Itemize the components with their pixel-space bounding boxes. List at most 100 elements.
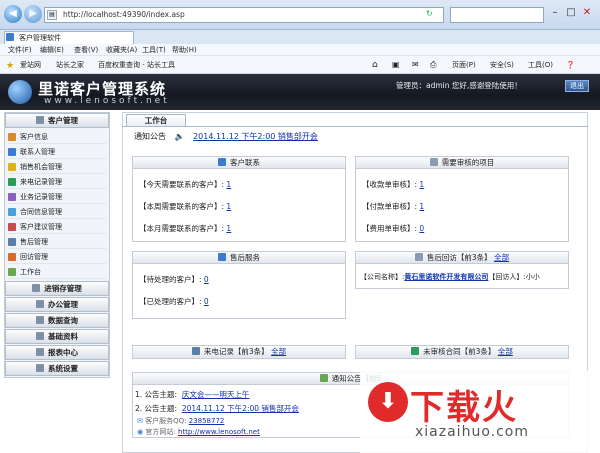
refresh-icon[interactable]: ↻	[426, 9, 433, 18]
app-url: www.lenosoft.net	[44, 96, 170, 106]
sidebar-item-suggestions[interactable]: 客户建议管理	[8, 220, 106, 234]
info-icon	[218, 253, 226, 261]
panel-revisit: 售后回访【前3条】 全部 【公司名称】:黄石里诺软件开发有限公司【回访人】:小小	[355, 251, 569, 289]
contact-row-month: 【本月需要联系的客户】: 1	[139, 224, 232, 233]
sidebar-section-settings[interactable]: 系统设置	[5, 361, 109, 376]
review-row-payment: 【付款单审核】: 1	[362, 202, 425, 211]
briefcase-icon	[8, 193, 16, 201]
revisit-company-link[interactable]: 黄石里诺软件开发有限公司	[404, 273, 488, 281]
maximize-icon[interactable]: □	[564, 6, 578, 20]
user-icon	[8, 133, 16, 141]
menu-tools-ie[interactable]: 工具(O)	[528, 58, 553, 72]
qq-icon: ✉	[137, 417, 143, 425]
sidebar-item-contacts[interactable]: 联系人管理	[8, 145, 106, 159]
sidebar-item-customer-info[interactable]: 客户信息	[8, 130, 106, 144]
forward-icon[interactable]: ▶	[24, 5, 42, 23]
panel-contracts-header: 未审核合同【前3条】 全部	[356, 346, 568, 358]
globe-icon: ◉	[137, 428, 144, 436]
sidebar-item-contracts[interactable]: 合同信息管理	[8, 205, 106, 219]
panel-contact: 客户联系 【今天需要联系的客户】: 1 【本周需要联系的客户】: 1 【本月需要…	[132, 156, 346, 242]
review-row-receipt: 【收款单审核】: 1	[362, 180, 425, 189]
close-icon[interactable]: ✕	[580, 6, 594, 20]
phone-icon	[8, 178, 16, 186]
panel-review-header: 需要审核的项目	[356, 157, 568, 169]
panel-contact-header: 客户联系	[133, 157, 345, 169]
contracts-all-link[interactable]: 全部	[498, 347, 513, 356]
gear-icon	[36, 364, 44, 372]
sidebar-section-customer[interactable]: 客户管理	[5, 113, 109, 128]
revisit-row: 【公司名称】:黄石里诺软件开发有限公司【回访人】:小小	[360, 273, 540, 281]
panel-calls: 来电记录【前3条】 全部	[132, 345, 346, 359]
contract-icon	[411, 347, 420, 355]
menu-safety[interactable]: 安全(S)	[490, 58, 514, 72]
site-line: ◉ 官方网站: http://www.lenosoft.net	[137, 428, 260, 436]
address-bar[interactable]: http://localhost:49390/index.asp	[44, 7, 444, 23]
panel-contracts: 未审核合同【前3条】 全部	[355, 345, 569, 359]
sidebar-item-business[interactable]: 业务记录管理	[8, 190, 106, 204]
page-icon: ▤	[47, 10, 57, 20]
comment-icon	[8, 223, 16, 231]
user-icon	[218, 158, 226, 166]
tools-icon	[8, 238, 16, 246]
fav-item-baidu-weight[interactable]: 百度权重查询 - 站长工具	[98, 58, 175, 72]
search-input[interactable]	[450, 7, 544, 23]
announce-item-1: 1. 公告主题: 庆文会——明天上午	[135, 390, 250, 399]
print-icon[interactable]: ⎙	[430, 58, 436, 72]
tab-favicon-icon	[6, 33, 14, 41]
browser-tab[interactable]: 客户管理软件	[4, 31, 134, 44]
sidebar-section-basic[interactable]: 基础资料	[5, 329, 109, 344]
menu-view[interactable]: 查看(V)	[74, 44, 98, 56]
fav-item-chinaz[interactable]: 站长之家	[56, 58, 84, 72]
watermark-text: 下载火	[410, 388, 518, 428]
panel-review: 需要审核的项目 【收款单审核】: 1 【付款单审核】: 1 【费用单审核】: 0	[355, 156, 569, 242]
phone-icon	[191, 347, 200, 355]
download-icon: ⬇	[368, 382, 408, 422]
logout-button[interactable]: 退出	[565, 80, 589, 92]
speaker-icon: 🔈	[174, 132, 185, 141]
sidebar-item-workbench[interactable]: 工作台	[8, 265, 106, 279]
fav-item-aizhan[interactable]: 爱站网	[20, 58, 41, 72]
calls-all-link[interactable]: 全部	[271, 347, 286, 356]
sidebar-section-inventory[interactable]: 进销存管理	[5, 281, 109, 296]
announce-item-2: 2. 公告主题: 2014.11.12 下午2:00 销售部开会	[135, 404, 299, 413]
menu-file[interactable]: 文件(F)	[8, 44, 32, 56]
revisit-icon	[414, 253, 423, 261]
panel-revisit-header: 售后回访【前3条】 全部	[356, 252, 568, 264]
menu-tools[interactable]: 工具(T)	[142, 44, 166, 56]
mail-icon[interactable]: ✉	[412, 58, 419, 72]
sidebar-item-calls[interactable]: 来电记录管理	[8, 175, 106, 189]
review-row-expense: 【费用单审核】: 0	[362, 224, 425, 233]
menu-help[interactable]: 帮助(H)	[172, 44, 197, 56]
logo-icon	[8, 80, 32, 104]
sidebar-item-aftersale[interactable]: 售后管理	[8, 235, 106, 249]
sidebar-section-query[interactable]: 数据查询	[5, 313, 109, 328]
folder-icon	[36, 116, 44, 124]
document-icon	[8, 208, 16, 216]
help-icon[interactable]: ❓	[566, 58, 575, 72]
feed-icon[interactable]: ▣	[392, 58, 400, 72]
home-icon[interactable]: ⌂	[372, 58, 378, 72]
sidebar-item-revisit[interactable]: 回访管理	[8, 250, 106, 264]
menu-edit[interactable]: 编辑(E)	[40, 44, 64, 56]
sidebar-item-sales-opportunity[interactable]: 销售机会管理	[8, 160, 106, 174]
contact-row-week: 【本周需要联系的客户】: 1	[139, 202, 232, 211]
panel-aftersale-header: 售后服务	[133, 252, 345, 264]
notice-line: 通知公告 🔈 2014.11.12 下午2:00 销售部开会	[134, 131, 318, 142]
report-icon	[36, 348, 44, 356]
panel-calls-header: 来电记录【前3条】 全部	[133, 346, 345, 358]
sidebar-section-office[interactable]: 办公管理	[5, 297, 109, 312]
revisit-all-link[interactable]: 全部	[494, 253, 509, 262]
panel-aftersale: 售后服务 【待处理的客户】: 0 【已处理的客户】: 0	[132, 251, 346, 319]
back-icon[interactable]: ◀	[4, 5, 22, 23]
announce-icon	[319, 374, 328, 382]
notice-link[interactable]: 2014.11.12 下午2:00 销售部开会	[193, 132, 318, 141]
revisit-icon	[8, 253, 16, 261]
sidebar-section-reports[interactable]: 报表中心	[5, 345, 109, 360]
star-icon[interactable]: ★	[6, 61, 14, 71]
contact-row-today: 【今天需要联系的客户】: 1	[139, 180, 232, 189]
desk-icon	[8, 268, 16, 276]
menu-favorites[interactable]: 收藏夹(A)	[106, 44, 137, 56]
menu-page[interactable]: 页面(P)	[452, 58, 476, 72]
minimize-icon[interactable]: –	[548, 6, 562, 20]
aftersale-row-pending: 【待处理的客户】: 0	[139, 275, 209, 284]
